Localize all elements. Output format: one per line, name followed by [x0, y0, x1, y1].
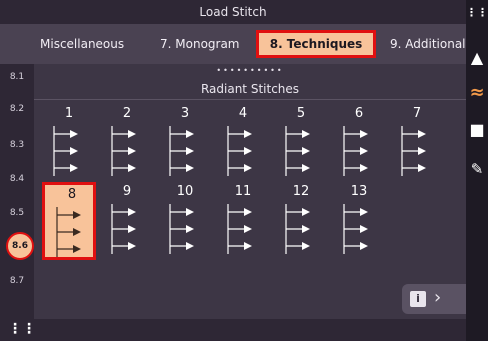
stitch-arrow-gap-icon — [227, 126, 252, 176]
subcategory-8-5[interactable]: 8.5 — [0, 208, 34, 218]
edit-icon[interactable]: ✎ — [466, 160, 488, 178]
stitch-number: 8 — [67, 187, 77, 202]
window-title: Load Stitch — [0, 0, 466, 24]
stitch-number: 6 — [354, 106, 364, 121]
stitch-star-icon — [343, 204, 368, 254]
stitch-cell-5[interactable]: 5 — [274, 104, 328, 182]
stitch-blob-icon — [285, 204, 310, 254]
subcategory-8-4[interactable]: 8.4 — [0, 174, 34, 184]
tab-additional[interactable]: 9. Additional — [390, 30, 466, 58]
stitch-cell-7[interactable]: 7 — [390, 104, 444, 182]
tab-miscellaneous[interactable]: Miscellaneous — [40, 30, 140, 58]
stitch-square-dot-icon — [111, 204, 136, 254]
stitch-panel: •••••••••• Radiant Stitches 1 2 3 4 5 6 7 8 9 10 1… — [34, 64, 466, 319]
stitch-cell-8[interactable]: 8 — [42, 182, 96, 260]
category-tabs: Miscellaneous 7. Monogram 8. Techniques … — [0, 24, 466, 64]
subcategory-8-3[interactable]: 8.3 — [0, 140, 34, 150]
bottom-bar: ⋮⋮ — [0, 319, 466, 341]
subcategory-8-7[interactable]: 8.7 — [0, 276, 34, 286]
stitch-cell-3[interactable]: 3 — [158, 104, 212, 182]
stitch-number: 13 — [350, 184, 368, 199]
subcategory-8-6[interactable]: 8.6 — [6, 232, 34, 260]
page-indicator: •••••••••• — [216, 66, 284, 75]
stitch-number: 9 — [122, 184, 132, 199]
stitch-feather-right-icon — [401, 126, 426, 176]
stitch-cell-1[interactable]: 1 — [42, 104, 96, 182]
stitch-arrow-bold-icon — [169, 204, 194, 254]
menu-grid-icon[interactable]: ⋮⋮ — [8, 321, 36, 337]
stitch-number: 7 — [412, 106, 422, 121]
stitch-cell-10[interactable]: 10 — [158, 182, 212, 260]
stitch-comb-icon — [227, 204, 252, 254]
right-tool-strip: ⋮⋮ ▲ ≈ ■ ✎ — [466, 0, 488, 341]
subcategory-8-2[interactable]: 8.2 — [0, 104, 34, 114]
stitch-feather-left-icon — [343, 126, 368, 176]
stitch-number: 3 — [180, 106, 190, 121]
stitch-number: 11 — [234, 184, 252, 199]
tab-techniques[interactable]: 8. Techniques — [256, 30, 376, 58]
stitch-zigzag-icon[interactable]: ≈ — [466, 82, 488, 103]
tab-monogram[interactable]: 7. Monogram — [160, 30, 250, 58]
stitch-cell-9[interactable]: 9 — [100, 182, 154, 260]
stitch-cell-6[interactable]: 6 — [332, 104, 386, 182]
panel-title: Radiant Stitches — [34, 78, 466, 100]
subcategory-8-1[interactable]: 8.1 — [0, 72, 34, 82]
info-icon: i — [410, 291, 426, 307]
stitch-arrow-small-icon — [53, 126, 78, 176]
stitch-dot-line-icon — [169, 126, 194, 176]
stitch-number: 1 — [64, 106, 74, 121]
info-button[interactable]: i › — [402, 284, 466, 314]
stitch-cell-4[interactable]: 4 — [216, 104, 270, 182]
stitch-cell-2[interactable]: 2 — [100, 104, 154, 182]
stitch-diamond-icon — [285, 126, 310, 176]
stitch-dot-cluster-icon — [56, 207, 81, 257]
stitch-number: 5 — [296, 106, 306, 121]
stitch-cell-11[interactable]: 11 — [216, 182, 270, 260]
folder-icon[interactable]: ■ — [466, 120, 488, 139]
stitch-double-arrow-icon — [111, 126, 136, 176]
menu-dots-icon[interactable]: ⋮⋮ — [466, 6, 488, 19]
presser-foot-icon[interactable]: ▲ — [466, 48, 488, 67]
stitch-cell-13[interactable]: 13 — [332, 182, 386, 260]
subcategory-list: 8.1 8.2 8.3 8.4 8.5 8.6 8.7 — [0, 64, 34, 324]
stitch-number: 2 — [122, 106, 132, 121]
chevron-right-icon: › — [434, 287, 442, 308]
stitch-cell-12[interactable]: 12 — [274, 182, 328, 260]
screen: Load Stitch ⋮⋮ ▲ ≈ ■ ✎ Miscellaneous 7. … — [0, 0, 488, 341]
stitch-number: 4 — [238, 106, 248, 121]
stitch-number: 12 — [292, 184, 310, 199]
stitch-number: 10 — [176, 184, 194, 199]
